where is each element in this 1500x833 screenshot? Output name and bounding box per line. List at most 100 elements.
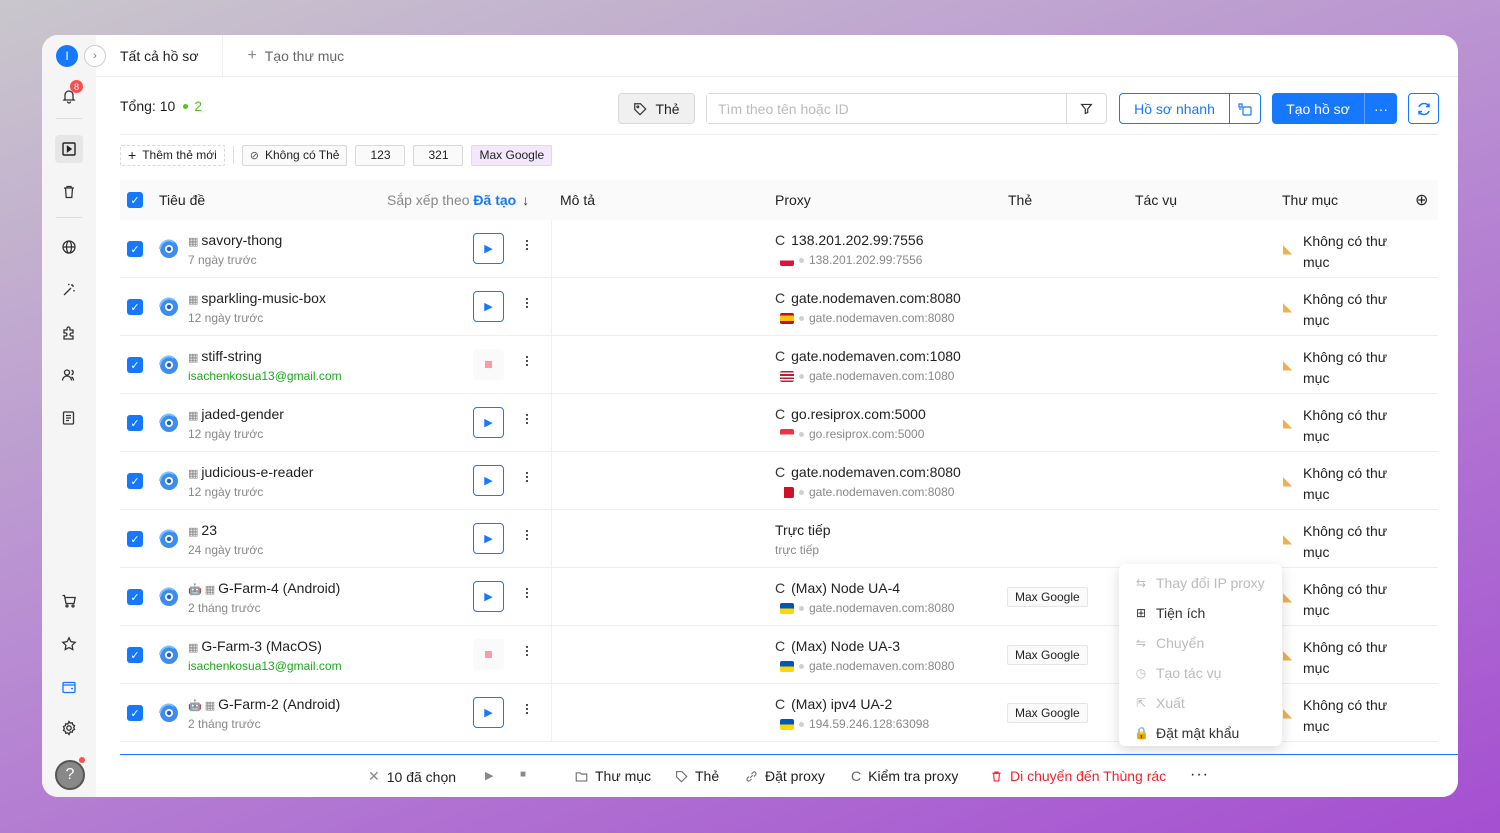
bulk-tag-button[interactable]: Thẻ [675, 768, 719, 784]
col-title[interactable]: Tiêu đề [159, 192, 205, 208]
bulk-folder-button[interactable]: Thư mục [575, 768, 651, 784]
reload-icon[interactable]: C [775, 232, 785, 248]
filter-icon[interactable] [1066, 94, 1106, 123]
profile-name[interactable]: 23 [201, 522, 217, 538]
context-menu-item[interactable]: 🔒 Đặt mật khẩu [1119, 718, 1282, 748]
row-checkbox[interactable]: ✓ [127, 299, 143, 315]
row-more-icon[interactable]: ··· [518, 238, 538, 250]
tab-all-profiles[interactable]: Tất cả hồ sơ [96, 35, 224, 77]
row-checkbox[interactable]: ✓ [127, 241, 143, 257]
col-folder[interactable]: Thư mục [1282, 192, 1338, 208]
row-checkbox[interactable]: ✓ [127, 473, 143, 489]
clear-selection-button[interactable]: ✕ 10 đã chọn [368, 768, 456, 785]
profile-name[interactable]: jaded-gender [201, 406, 284, 422]
row-more-icon[interactable]: ··· [518, 354, 538, 366]
avatar[interactable]: I [56, 45, 78, 67]
start-button[interactable]: ▶ [473, 233, 504, 264]
table-row[interactable]: ✓ ▦ 23 24 ngày trước ▶ ··· Trực tiếp trực tiếp ◣… [120, 510, 1438, 568]
sort-field[interactable]: Đã tạo [473, 192, 516, 208]
quick-profile-windows-icon[interactable] [1230, 94, 1260, 123]
reload-icon[interactable]: C [775, 406, 785, 422]
bulk-start-button[interactable]: ▶ [485, 769, 493, 782]
row-tag[interactable]: Max Google [1007, 703, 1088, 723]
reload-icon[interactable]: C [775, 464, 785, 480]
start-button[interactable]: ▶ [473, 291, 504, 322]
start-button[interactable]: ▶ [473, 523, 504, 554]
context-menu-item[interactable]: ⊞ Tiện ích [1119, 598, 1282, 628]
quick-profile-button[interactable]: Hồ sơ nhanh [1119, 93, 1261, 124]
row-checkbox[interactable]: ✓ [127, 531, 143, 547]
reload-icon[interactable]: C [775, 290, 785, 306]
row-checkbox[interactable]: ✓ [127, 415, 143, 431]
row-more-icon[interactable]: ··· [518, 528, 538, 540]
tag-chip-none[interactable]: ⊘ Không có Thẻ [241, 144, 348, 166]
bulk-more-button[interactable]: ··· [1190, 766, 1209, 784]
create-profile-more-button[interactable]: ··· [1365, 93, 1397, 124]
profile-name[interactable]: G-Farm-4 (Android) [218, 580, 340, 596]
tab-new-folder[interactable]: + Tạo thư mục [223, 35, 368, 77]
settings-icon[interactable] [57, 716, 81, 740]
row-more-icon[interactable]: ··· [518, 470, 538, 482]
row-more-icon[interactable]: ··· [518, 412, 538, 424]
row-checkbox[interactable]: ✓ [127, 357, 143, 373]
tag-chip[interactable]: 321 [413, 144, 464, 166]
move-to-trash-button[interactable]: Di chuyển đến Thùng rác [990, 768, 1166, 784]
profile-name[interactable]: savory-thong [201, 232, 282, 248]
row-more-icon[interactable]: ··· [518, 586, 538, 598]
row-more-icon[interactable]: ··· [518, 296, 538, 308]
stop-button[interactable] [473, 349, 504, 380]
users-icon[interactable] [57, 363, 81, 387]
refresh-icon[interactable] [1408, 93, 1439, 124]
table-row[interactable]: ✓ ▦ stiff-string isachenkosua13@gmail.com ··… [120, 336, 1438, 394]
select-all-checkbox[interactable]: ✓ [127, 192, 143, 208]
table-row[interactable]: ✓ ▦ jaded-gender 12 ngày trước ▶ ··· Cgo.resip… [120, 394, 1438, 452]
profiles-icon[interactable] [55, 135, 83, 163]
start-button[interactable]: ▶ [473, 581, 504, 612]
row-checkbox[interactable]: ✓ [127, 705, 143, 721]
create-profile-label[interactable]: Tạo hồ sơ [1272, 93, 1365, 124]
tag-chip[interactable]: Max Google [471, 144, 553, 166]
bulk-stop-button[interactable]: ■ [520, 769, 526, 780]
start-button[interactable]: ▶ [473, 465, 504, 496]
start-button[interactable]: ▶ [473, 697, 504, 728]
puzzle-icon[interactable] [57, 321, 81, 345]
col-description[interactable]: Mô tả [560, 192, 595, 208]
wallet-icon[interactable] [57, 675, 81, 699]
row-tag[interactable]: Max Google [1007, 587, 1088, 607]
reload-icon[interactable]: C [775, 348, 785, 364]
create-profile-button[interactable]: Tạo hồ sơ ··· [1272, 93, 1397, 124]
trash-icon[interactable] [57, 180, 81, 204]
stop-button[interactable] [473, 639, 504, 670]
help-icon[interactable]: ? [55, 760, 85, 790]
profile-name[interactable]: judicious-e-reader [201, 464, 313, 480]
magic-wand-icon[interactable] [57, 278, 81, 302]
cart-icon[interactable] [57, 589, 81, 613]
col-tag[interactable]: Thẻ [1008, 192, 1032, 208]
profile-name[interactable]: G-Farm-3 (MacOS) [201, 638, 322, 654]
table-row[interactable]: ✓ ▦ sparkling-music-box 12 ngày trước ▶ ··· Cg… [120, 278, 1438, 336]
profile-name[interactable]: stiff-string [201, 348, 261, 364]
table-row[interactable]: ✓ ▦ savory-thong 7 ngày trước ▶ ··· C 138.201.2… [120, 220, 1438, 278]
row-checkbox[interactable]: ✓ [127, 647, 143, 663]
add-column-icon[interactable]: ⊕ [1415, 190, 1428, 210]
tasks-icon[interactable] [57, 406, 81, 430]
tag-filter-button[interactable]: Thẻ [618, 93, 695, 124]
star-icon[interactable] [57, 632, 81, 656]
quick-profile-label[interactable]: Hồ sơ nhanh [1120, 94, 1230, 123]
start-button[interactable]: ▶ [473, 407, 504, 438]
profile-name[interactable]: sparkling-music-box [201, 290, 325, 306]
table-row[interactable]: ✓ ▦ judicious-e-reader 12 ngày trước ▶ ··· Cga… [120, 452, 1438, 510]
row-more-icon[interactable]: ··· [518, 644, 538, 656]
row-tag[interactable]: Max Google [1007, 645, 1088, 665]
reload-icon[interactable]: C [775, 696, 785, 712]
tag-chip[interactable]: 123 [355, 144, 406, 166]
bulk-check-proxy-button[interactable]: C Kiểm tra proxy [851, 768, 958, 784]
search-input[interactable] [707, 94, 1066, 123]
row-checkbox[interactable]: ✓ [127, 589, 143, 605]
reload-icon[interactable]: C [775, 580, 785, 596]
bulk-set-proxy-button[interactable]: Đặt proxy [745, 768, 825, 784]
col-task[interactable]: Tác vụ [1135, 192, 1177, 208]
profile-name[interactable]: G-Farm-2 (Android) [218, 696, 340, 712]
sort-by[interactable]: Sắp xếp theo Đã tạo ↓ [387, 192, 529, 208]
globe-icon[interactable] [57, 235, 81, 259]
